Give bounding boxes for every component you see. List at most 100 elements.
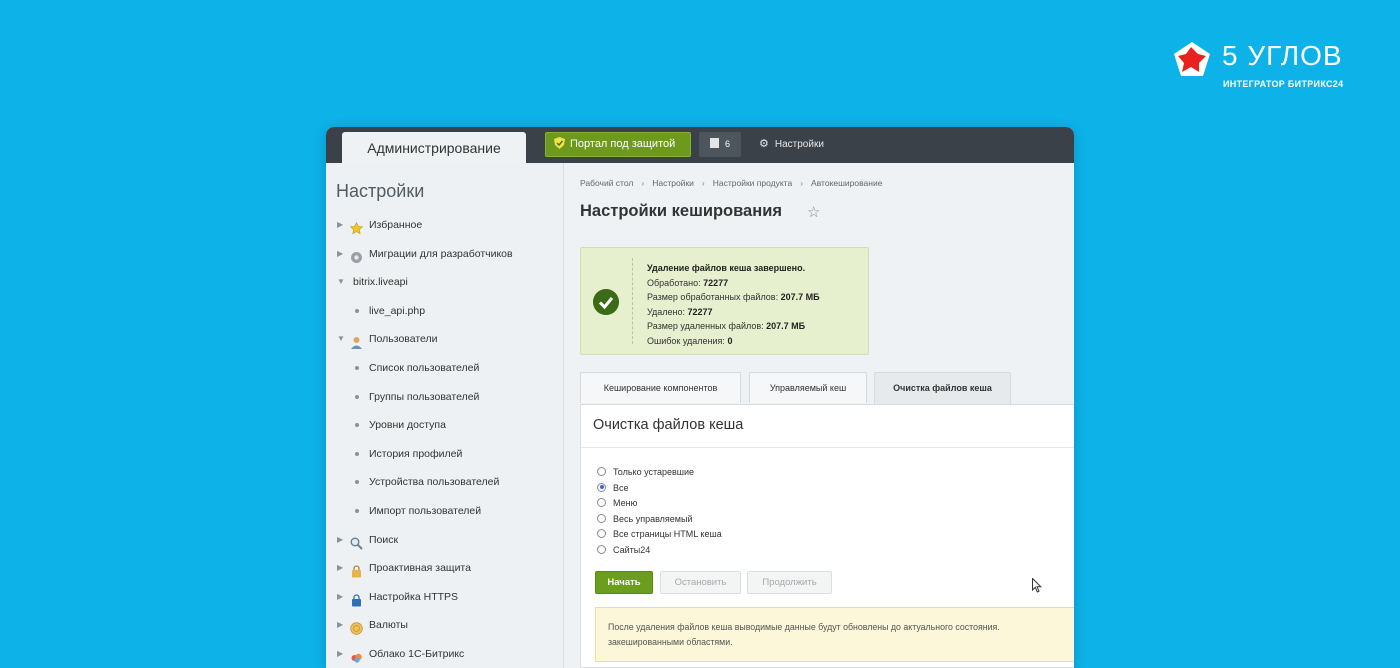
sidebar-item[interactable]: ▼ bitrix.liveapi [326,268,564,297]
padlock-icon [350,590,363,607]
breadcrumb-link[interactable]: Автокеширование [811,178,882,188]
cloud-icon [350,647,363,663]
cache-option[interactable]: Меню [597,496,722,512]
tab-3[interactable]: Очистка файлов кеша [874,372,1011,405]
radio-button[interactable] [597,529,606,538]
sidebar-item[interactable]: ▼ Пользователи [326,325,564,354]
breadcrumb-link[interactable]: Рабочий стол [580,178,633,188]
success-line: Размер обработанных файлов: 207.7 МБ [647,290,820,305]
settings-link[interactable]: ⚙ Настройки [759,132,824,157]
stop-button[interactable]: Остановить [660,571,741,594]
sidebar-item[interactable]: ▶ Валюты [326,611,564,640]
note-line-1: После удаления файлов кеша выводимые дан… [608,622,1000,632]
cache-option[interactable]: Все страницы HTML кеша [597,527,722,543]
sidebar-item-label: Группы пользователей [369,390,480,403]
continue-button[interactable]: Продолжить [747,571,832,594]
radio-button[interactable] [597,467,606,476]
cache-option[interactable]: Сайты24 [597,543,722,559]
sidebar-item[interactable]: ▶ Поиск [326,526,564,555]
sidebar-item[interactable]: ▶ Избранное [326,211,564,240]
chevron-right-icon[interactable]: ▶ [337,640,343,668]
sidebar-item-label: Валюты [369,619,408,632]
bullet-icon [355,480,359,485]
success-message: Удаление файлов кеша завершено. Обработа… [580,247,869,355]
cache-option[interactable]: Только устаревшие [597,465,722,481]
success-line-value: 207.7 МБ [766,321,806,331]
sidebar-item[interactable]: Устройства пользователей [326,468,564,497]
sidebar-item-label: Пользователи [369,333,438,346]
success-line-label: Обработано: [647,277,701,288]
bullet-icon [355,394,359,399]
panel-title: Очистка файлов кеша [593,417,744,433]
search-icon [350,533,363,550]
user-icon [350,332,363,350]
chevron-right-icon[interactable]: ▶ [337,526,343,554]
sidebar-item[interactable]: Список пользователей [326,354,564,383]
start-button[interactable]: Начать [595,571,653,594]
sidebar-item[interactable]: Уровни доступа [326,411,564,440]
sidebar-item-label: Список пользователей [369,361,480,374]
bullet-icon [355,308,359,313]
sidebar-item-label: Устройства пользователей [369,476,500,489]
success-details: Удаление файлов кеша завершено. Обработа… [647,261,820,348]
breadcrumb-link[interactable]: Настройки продукта [713,178,792,188]
sidebar-item-label: Настройка HTTPS [369,590,459,603]
portal-protected-button[interactable]: Портал под защитой [545,132,691,157]
success-line: Удалено: 72277 [647,305,820,320]
radio-button[interactable] [597,544,606,554]
success-line: Размер удаленных файлов: 207.7 МБ [647,319,820,334]
breadcrumb-link[interactable]: Настройки [652,178,694,188]
radio-button[interactable] [597,498,606,507]
sidebar-item[interactable]: Импорт пользователей [326,497,564,526]
message-divider [632,258,633,344]
favorite-star-icon[interactable]: ☆ [807,203,820,221]
panel-divider [581,447,1074,448]
notifications-button[interactable]: 6 [699,132,741,157]
tab-2[interactable]: Управляемый кеш [749,372,867,403]
chevron-right-icon[interactable]: ▶ [337,554,343,582]
breadcrumb-separator-icon: › [800,178,804,188]
sidebar-item-label: bitrix.liveapi [353,276,408,289]
bullet-icon [355,365,359,370]
chevron-right-icon[interactable]: ▶ [337,611,343,639]
lock-icon [350,561,363,578]
sidebar-item-label: Миграции для разработчиков [369,247,513,260]
sidebar-item[interactable]: ▶ Миграции для разработчиков [326,240,564,269]
chevron-right-icon[interactable]: ▶ [337,211,343,239]
breadcrumb-separator-icon: › [641,178,645,188]
success-line-label: Удалено: [647,306,686,317]
sidebar-item[interactable]: ▶ Настройка HTTPS [326,583,564,612]
note-line-2: закешированными областями. [608,637,733,647]
radio-button[interactable] [597,513,606,523]
cache-option-label: Все [613,482,629,493]
cache-options: Только устаревшие Все Меню Весь управляемый… [597,465,722,558]
cache-option[interactable]: Весь управляемый [597,512,722,528]
sidebar-item-label: История профилей [369,447,463,460]
success-heading: Удаление файлов кеша завершено. [647,263,806,273]
sidebar-item[interactable]: live_api.php [326,297,564,326]
chevron-right-icon[interactable]: ▶ [337,240,343,268]
radio-button[interactable] [597,482,606,492]
mouse-cursor-icon [1032,578,1042,593]
cache-option-label: Все страницы HTML кеша [613,529,722,539]
chevron-right-icon[interactable]: ▶ [337,583,343,611]
sidebar-item[interactable]: История профилей [326,440,564,469]
page-title: Настройки кеширования [580,202,782,220]
sidebar-item[interactable]: Группы пользователей [326,383,564,412]
logo-title: 5 УГЛОВ [1222,40,1343,71]
success-line: Ошибок удаления: 0 [647,334,820,349]
tab-1[interactable]: Кеширование компонентов [580,372,741,403]
breadcrumb-separator-icon: › [701,178,705,188]
tab-administration[interactable]: Администрирование [342,132,526,163]
chevron-down-icon[interactable]: ▼ [337,325,345,353]
success-line-value: 0 [727,335,733,346]
document-icon [709,138,719,148]
chevron-down-icon[interactable]: ▼ [337,268,345,296]
star-icon [349,218,364,235]
bullet-icon [355,451,359,456]
cache-option[interactable]: Все [597,481,722,497]
sidebar-item[interactable]: ▶ Проактивная защита [326,554,564,583]
sidebar-item[interactable]: ▶ Облако 1С-Битрикс [326,640,564,668]
notifications-count: 6 [724,139,730,149]
currency-icon [350,618,363,636]
